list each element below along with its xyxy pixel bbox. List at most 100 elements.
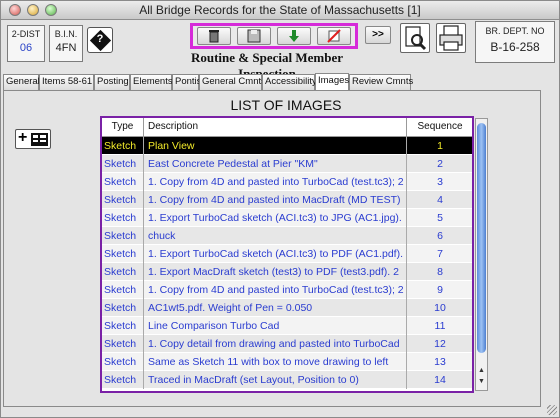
cell-sequence: 12 — [434, 338, 446, 350]
tab-images[interactable]: Images — [315, 73, 349, 90]
list-of-images-title: LIST OF IMAGES — [230, 97, 342, 113]
cell-sequence: 6 — [437, 230, 443, 242]
help-button[interactable]: ? — [87, 27, 113, 53]
edit-disabled-button[interactable] — [317, 27, 351, 45]
tab-review-cmnts[interactable]: Review Cmnts — [349, 74, 413, 90]
table-row[interactable]: Sketch 1. Copy from 4D and pasted into Tu… — [102, 281, 472, 299]
cell-sequence: 8 — [437, 266, 443, 278]
app-window: All Bridge Records for the State of Mass… — [0, 0, 560, 418]
cell-type: Sketch — [102, 155, 144, 173]
zoom-window-button[interactable] — [45, 4, 57, 16]
table-row[interactable]: Sketch 1. Copy from 4D and pasted into Ma… — [102, 191, 472, 209]
cell-description: Line Comparison Turbo Cad — [145, 317, 407, 335]
bridge-dept-label: BR. DEPT. NO — [485, 26, 545, 36]
cell-type: Sketch — [102, 263, 144, 281]
edit-disabled-icon — [327, 29, 341, 43]
cell-type: Sketch — [102, 245, 144, 263]
cell-sequence: 7 — [437, 248, 443, 260]
vertical-scrollbar[interactable]: ▲ ▼ — [475, 118, 488, 391]
tab-general-cmnts[interactable]: General Cmnts — [199, 74, 266, 90]
cell-type: Sketch — [102, 209, 144, 227]
scrollbar-thumb[interactable] — [477, 123, 486, 353]
table-row[interactable]: Sketch 1. Export MacDraft sketch (test3) … — [102, 263, 472, 281]
table-row[interactable]: Sketch Traced in MacDraft (set Layout, Po… — [102, 371, 472, 389]
table-row[interactable]: Sketch chuck 6 — [102, 227, 472, 245]
scroll-down-arrow-icon[interactable]: ▼ — [476, 378, 487, 385]
magnify-document-icon — [405, 26, 427, 51]
cell-description: 1. Export MacDraft sketch (test3) to PDF… — [145, 263, 407, 281]
column-header-sequence[interactable]: Sequence — [408, 118, 472, 136]
column-header-description[interactable]: Description — [145, 118, 407, 136]
district-box: 2-DIST 06 — [7, 25, 45, 62]
cell-sequence: 10 — [434, 302, 446, 314]
add-image-button[interactable]: + — [15, 129, 51, 149]
table-row[interactable]: Sketch 1. Copy from 4D and pasted into Tu… — [102, 173, 472, 191]
save-button[interactable] — [237, 27, 271, 45]
table-row[interactable]: Sketch 1. Copy detail from drawing and pa… — [102, 335, 472, 353]
cell-sequence: 4 — [437, 194, 443, 206]
question-icon: ? — [96, 33, 104, 45]
images-table: Type Description Sequence Sketch Plan Vie… — [100, 116, 474, 393]
cell-type: Sketch — [102, 371, 144, 389]
bin-box: B.I.N. 4FN — [49, 25, 83, 62]
cell-sequence: 5 — [437, 212, 443, 224]
table-row[interactable]: Sketch 1. Export TurboCad sketch (ACI.tc3… — [102, 209, 472, 227]
cell-description: Plan View — [145, 137, 407, 155]
next-record-button[interactable]: >> — [365, 26, 391, 44]
bridge-dept-box: BR. DEPT. NO B-16-258 — [475, 21, 555, 63]
cell-description: East Concrete Pedestal at Pier "KM" — [145, 155, 407, 173]
minimize-window-button[interactable] — [27, 4, 39, 16]
cell-description: chuck — [145, 227, 407, 245]
cell-sequence: 13 — [434, 356, 446, 368]
title-bar: All Bridge Records for the State of Mass… — [1, 1, 559, 20]
cell-type: Sketch — [102, 191, 144, 209]
cell-type: Sketch — [102, 173, 144, 191]
cell-type: Sketch — [102, 317, 144, 335]
bin-label: B.I.N. — [54, 29, 78, 39]
cell-sequence: 9 — [437, 284, 443, 296]
cell-description: 1. Copy from 4D and pasted into TurboCad… — [145, 281, 407, 299]
cell-type: Sketch — [102, 299, 144, 317]
table-row[interactable]: Sketch Same as Sketch 11 with box to move… — [102, 353, 472, 371]
close-window-button[interactable] — [9, 4, 21, 16]
table-row[interactable]: Sketch Plan View 1 — [102, 137, 472, 155]
cell-type: Sketch — [102, 335, 144, 353]
cell-sequence: 2 — [437, 158, 443, 170]
tab-general[interactable]: General — [3, 74, 40, 90]
bridge-dept-value: B-16-258 — [490, 40, 540, 54]
tab-pontis[interactable]: Pontis — [172, 74, 201, 90]
table-icon — [31, 133, 48, 146]
window-title: All Bridge Records for the State of Mass… — [139, 3, 421, 17]
cell-sequence: 1 — [437, 140, 443, 152]
tab-items-58-61[interactable]: Items 58-61 — [39, 74, 94, 90]
table-header: Type Description Sequence — [102, 118, 472, 137]
resize-grip-icon[interactable] — [547, 405, 557, 415]
tab-accessibility[interactable]: Accessibility — [262, 74, 317, 90]
print-button[interactable] — [436, 23, 466, 53]
tab-posting[interactable]: Posting — [94, 74, 130, 90]
cell-type: Sketch — [102, 281, 144, 299]
table-row[interactable]: Sketch East Concrete Pedestal at Pier "KM… — [102, 155, 472, 173]
cell-type: Sketch — [102, 227, 144, 245]
table-row[interactable]: Sketch Line Comparison Turbo Cad 11 — [102, 317, 472, 335]
cell-sequence: 11 — [434, 320, 446, 332]
cell-description: 1. Copy detail from drawing and pasted i… — [145, 335, 407, 353]
download-button[interactable] — [277, 27, 311, 45]
cell-description: 1. Export TurboCad sketch (ACI.tc3) to P… — [145, 245, 407, 263]
cell-description: 1. Copy from 4D and pasted into MacDraft… — [145, 191, 407, 209]
table-row[interactable]: Sketch AC1wt5.pdf. Weight of Pen = 0.050 1… — [102, 299, 472, 317]
district-value: 06 — [19, 42, 33, 54]
cell-sequence: 14 — [434, 374, 446, 386]
table-row[interactable]: Sketch 1. Export TurboCad sketch (ACI.tc3… — [102, 245, 472, 263]
column-header-type[interactable]: Type — [102, 118, 144, 136]
download-icon — [289, 30, 299, 42]
cell-description: 1. Export TurboCad sketch (ACI.tc3) to J… — [145, 209, 407, 227]
scroll-up-arrow-icon[interactable]: ▲ — [476, 367, 487, 374]
save-icon — [247, 29, 261, 43]
district-label: 2-DIST — [11, 29, 41, 39]
tab-elements[interactable]: Elements — [130, 74, 173, 90]
preview-button[interactable] — [400, 23, 430, 53]
delete-button[interactable] — [197, 27, 231, 45]
cell-sequence: 3 — [437, 176, 443, 188]
cell-type: Sketch — [102, 353, 144, 371]
